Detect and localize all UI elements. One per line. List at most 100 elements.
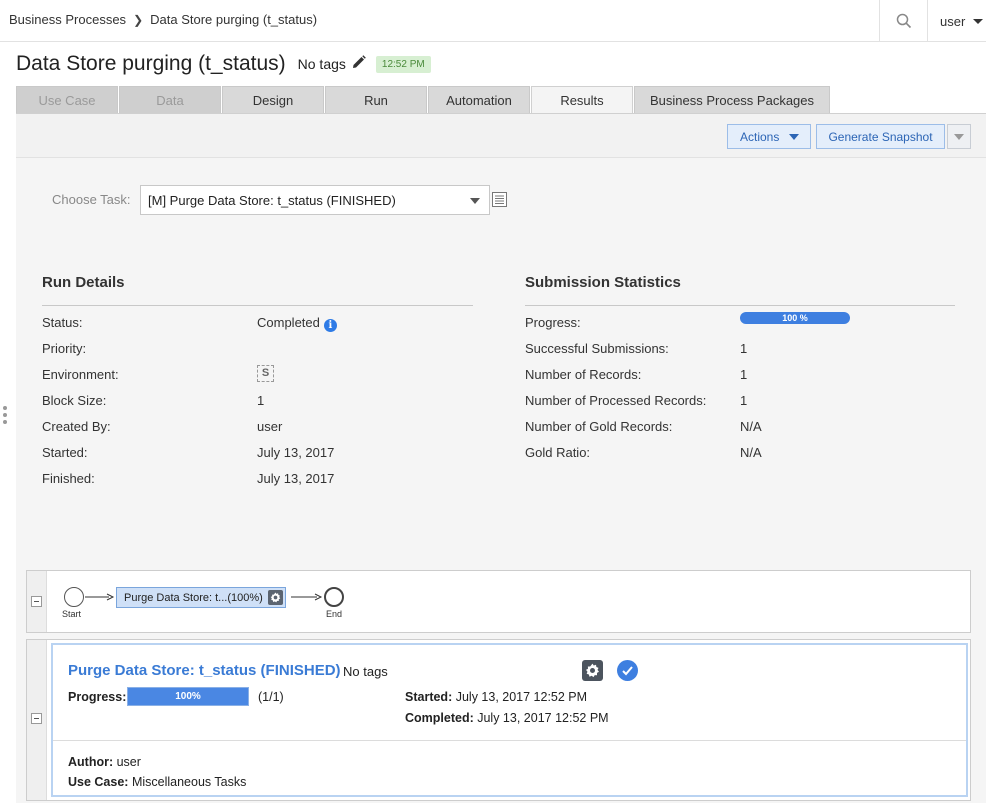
- task-card: Purge Data Store: t_status (FINISHED) No…: [51, 643, 968, 797]
- collapse-button[interactable]: [31, 596, 42, 607]
- task-select[interactable]: [M] Purge Data Store: t_status (FINISHED…: [140, 185, 490, 215]
- task-list-button[interactable]: [492, 192, 507, 207]
- finished-value: July 13, 2017: [257, 471, 335, 486]
- snapshot-options-button[interactable]: [947, 124, 971, 149]
- task-title-link[interactable]: Purge Data Store: t_status (FINISHED): [68, 662, 341, 679]
- info-icon[interactable]: i: [323, 319, 337, 332]
- end-node: [324, 587, 344, 607]
- end-label: End: [326, 609, 343, 619]
- processed-records-value: 1: [740, 393, 748, 408]
- environment-value: S: [257, 364, 274, 382]
- breadcrumb-parent-link[interactable]: Business Processes: [9, 12, 126, 27]
- gold-records-label: Number of Gold Records:: [525, 419, 673, 434]
- tab-results[interactable]: Results: [531, 86, 633, 114]
- choose-task-label: Choose Task:: [52, 192, 131, 207]
- flow-task-node[interactable]: Purge Data Store: t...(100%): [116, 587, 286, 608]
- progress-label: Progress:: [525, 315, 581, 330]
- environment-icon: S: [257, 365, 274, 382]
- flow-task-label: Purge Data Store: t...(100%): [124, 591, 263, 604]
- caret-down-icon: [789, 133, 800, 140]
- gear-icon[interactable]: [268, 590, 283, 605]
- task-select-value: [M] Purge Data Store: t_status (FINISHED…: [148, 192, 396, 208]
- completed-value: July 13, 2017 12:52 PM: [477, 711, 609, 725]
- tab-business-process-packages[interactable]: Business Process Packages: [634, 86, 830, 113]
- use-case-value: Miscellaneous Tasks: [131, 775, 247, 789]
- top-bar: Business Processes ❯ Data Store purging …: [0, 0, 986, 42]
- task-author: Author: user: [68, 755, 141, 769]
- divider: [525, 305, 955, 306]
- tab-bar: Use Case Data Design Run Automation Resu…: [16, 86, 831, 114]
- start-label: Start: [62, 609, 82, 619]
- task-use-case: Use Case: Miscellaneous Tasks: [68, 775, 246, 789]
- successful-submissions-value: 1: [740, 341, 748, 356]
- task-progress-count: (1/1): [258, 690, 284, 704]
- submission-progress-bar: 100 %: [740, 312, 850, 324]
- tab-data: Data: [119, 86, 221, 113]
- status-text: Completed: [257, 315, 320, 330]
- created-by-value: user: [257, 419, 283, 434]
- gold-ratio-value: N/A: [740, 445, 762, 460]
- flow-panel-sidebar: [27, 571, 47, 632]
- processed-records-label: Number of Processed Records:: [525, 393, 707, 408]
- page-title: Data Store purging (t_status): [16, 52, 286, 75]
- environment-label: Environment:: [42, 367, 119, 382]
- priority-label: Priority:: [42, 341, 87, 356]
- successful-submissions-label: Successful Submissions:: [525, 341, 669, 356]
- run-details-title: Run Details: [42, 274, 125, 291]
- divider: [53, 740, 966, 741]
- task-tags: No tags: [343, 664, 388, 679]
- tab-automation[interactable]: Automation: [428, 86, 530, 113]
- completed-label: Completed:: [405, 711, 474, 725]
- tab-run[interactable]: Run: [325, 86, 427, 113]
- flow-diagram-panel: Start Purge Data Store: t...(100%) End: [26, 570, 971, 633]
- breadcrumb-current: Data Store purging (t_status): [150, 12, 318, 27]
- started-label: Started:: [42, 445, 88, 460]
- panel-resize-handle[interactable]: [3, 406, 9, 428]
- task-started: Started: July 13, 2017 12:52 PM: [405, 690, 587, 704]
- task-settings-button[interactable]: [582, 660, 603, 681]
- actions-button[interactable]: Actions: [727, 124, 811, 149]
- user-name: user: [940, 13, 966, 29]
- collapse-button[interactable]: [31, 713, 42, 724]
- task-progress-label: Progress:: [68, 690, 127, 704]
- tab-use-case: Use Case: [16, 86, 118, 113]
- results-toolbar: Actions Generate Snapshot: [16, 114, 986, 158]
- use-case-label: Use Case:: [68, 775, 129, 789]
- started-value: July 13, 2017 12:52 PM: [455, 690, 588, 704]
- number-of-records-label: Number of Records:: [525, 367, 642, 382]
- status-label: Status:: [42, 315, 83, 330]
- tab-design[interactable]: Design: [222, 86, 324, 113]
- edit-tags-button[interactable]: [352, 54, 366, 74]
- chevron-right-icon: ❯: [133, 12, 144, 27]
- status-value: Completed i: [257, 315, 337, 332]
- divider: [42, 305, 473, 306]
- arrow-right-icon: [85, 593, 115, 601]
- generate-snapshot-button[interactable]: Generate Snapshot: [816, 124, 945, 149]
- created-by-label: Created By:: [42, 419, 111, 434]
- task-progress-bar: 100%: [127, 687, 249, 706]
- block-size-label: Block Size:: [42, 393, 107, 408]
- task-detail-panel: Purge Data Store: t_status (FINISHED) No…: [26, 639, 971, 801]
- finished-label: Finished:: [42, 471, 95, 486]
- tags-label: No tags: [297, 56, 346, 72]
- check-icon: [622, 666, 633, 676]
- start-node: [64, 587, 84, 607]
- gold-ratio-label: Gold Ratio:: [525, 445, 591, 460]
- block-size-value: 1: [257, 393, 265, 408]
- gear-icon: [586, 663, 599, 678]
- started-value: July 13, 2017: [257, 445, 335, 460]
- author-label: Author:: [68, 755, 114, 769]
- pencil-icon: [352, 54, 366, 68]
- actions-label: Actions: [740, 129, 780, 144]
- task-progress-text: 100%: [175, 691, 201, 702]
- number-of-records-value: 1: [740, 367, 748, 382]
- task-completed: Completed: July 13, 2017 12:52 PM: [405, 711, 609, 725]
- arrow-right-icon: [291, 593, 323, 601]
- breadcrumb: Business Processes ❯ Data Store purging …: [9, 12, 317, 27]
- user-menu[interactable]: user: [927, 0, 986, 42]
- search-button[interactable]: [879, 0, 927, 42]
- caret-down-icon: [954, 133, 964, 140]
- caret-down-icon: [470, 198, 480, 204]
- submission-statistics-title: Submission Statistics: [525, 274, 681, 291]
- results-content: Actions Generate Snapshot Choose Task: […: [16, 113, 986, 803]
